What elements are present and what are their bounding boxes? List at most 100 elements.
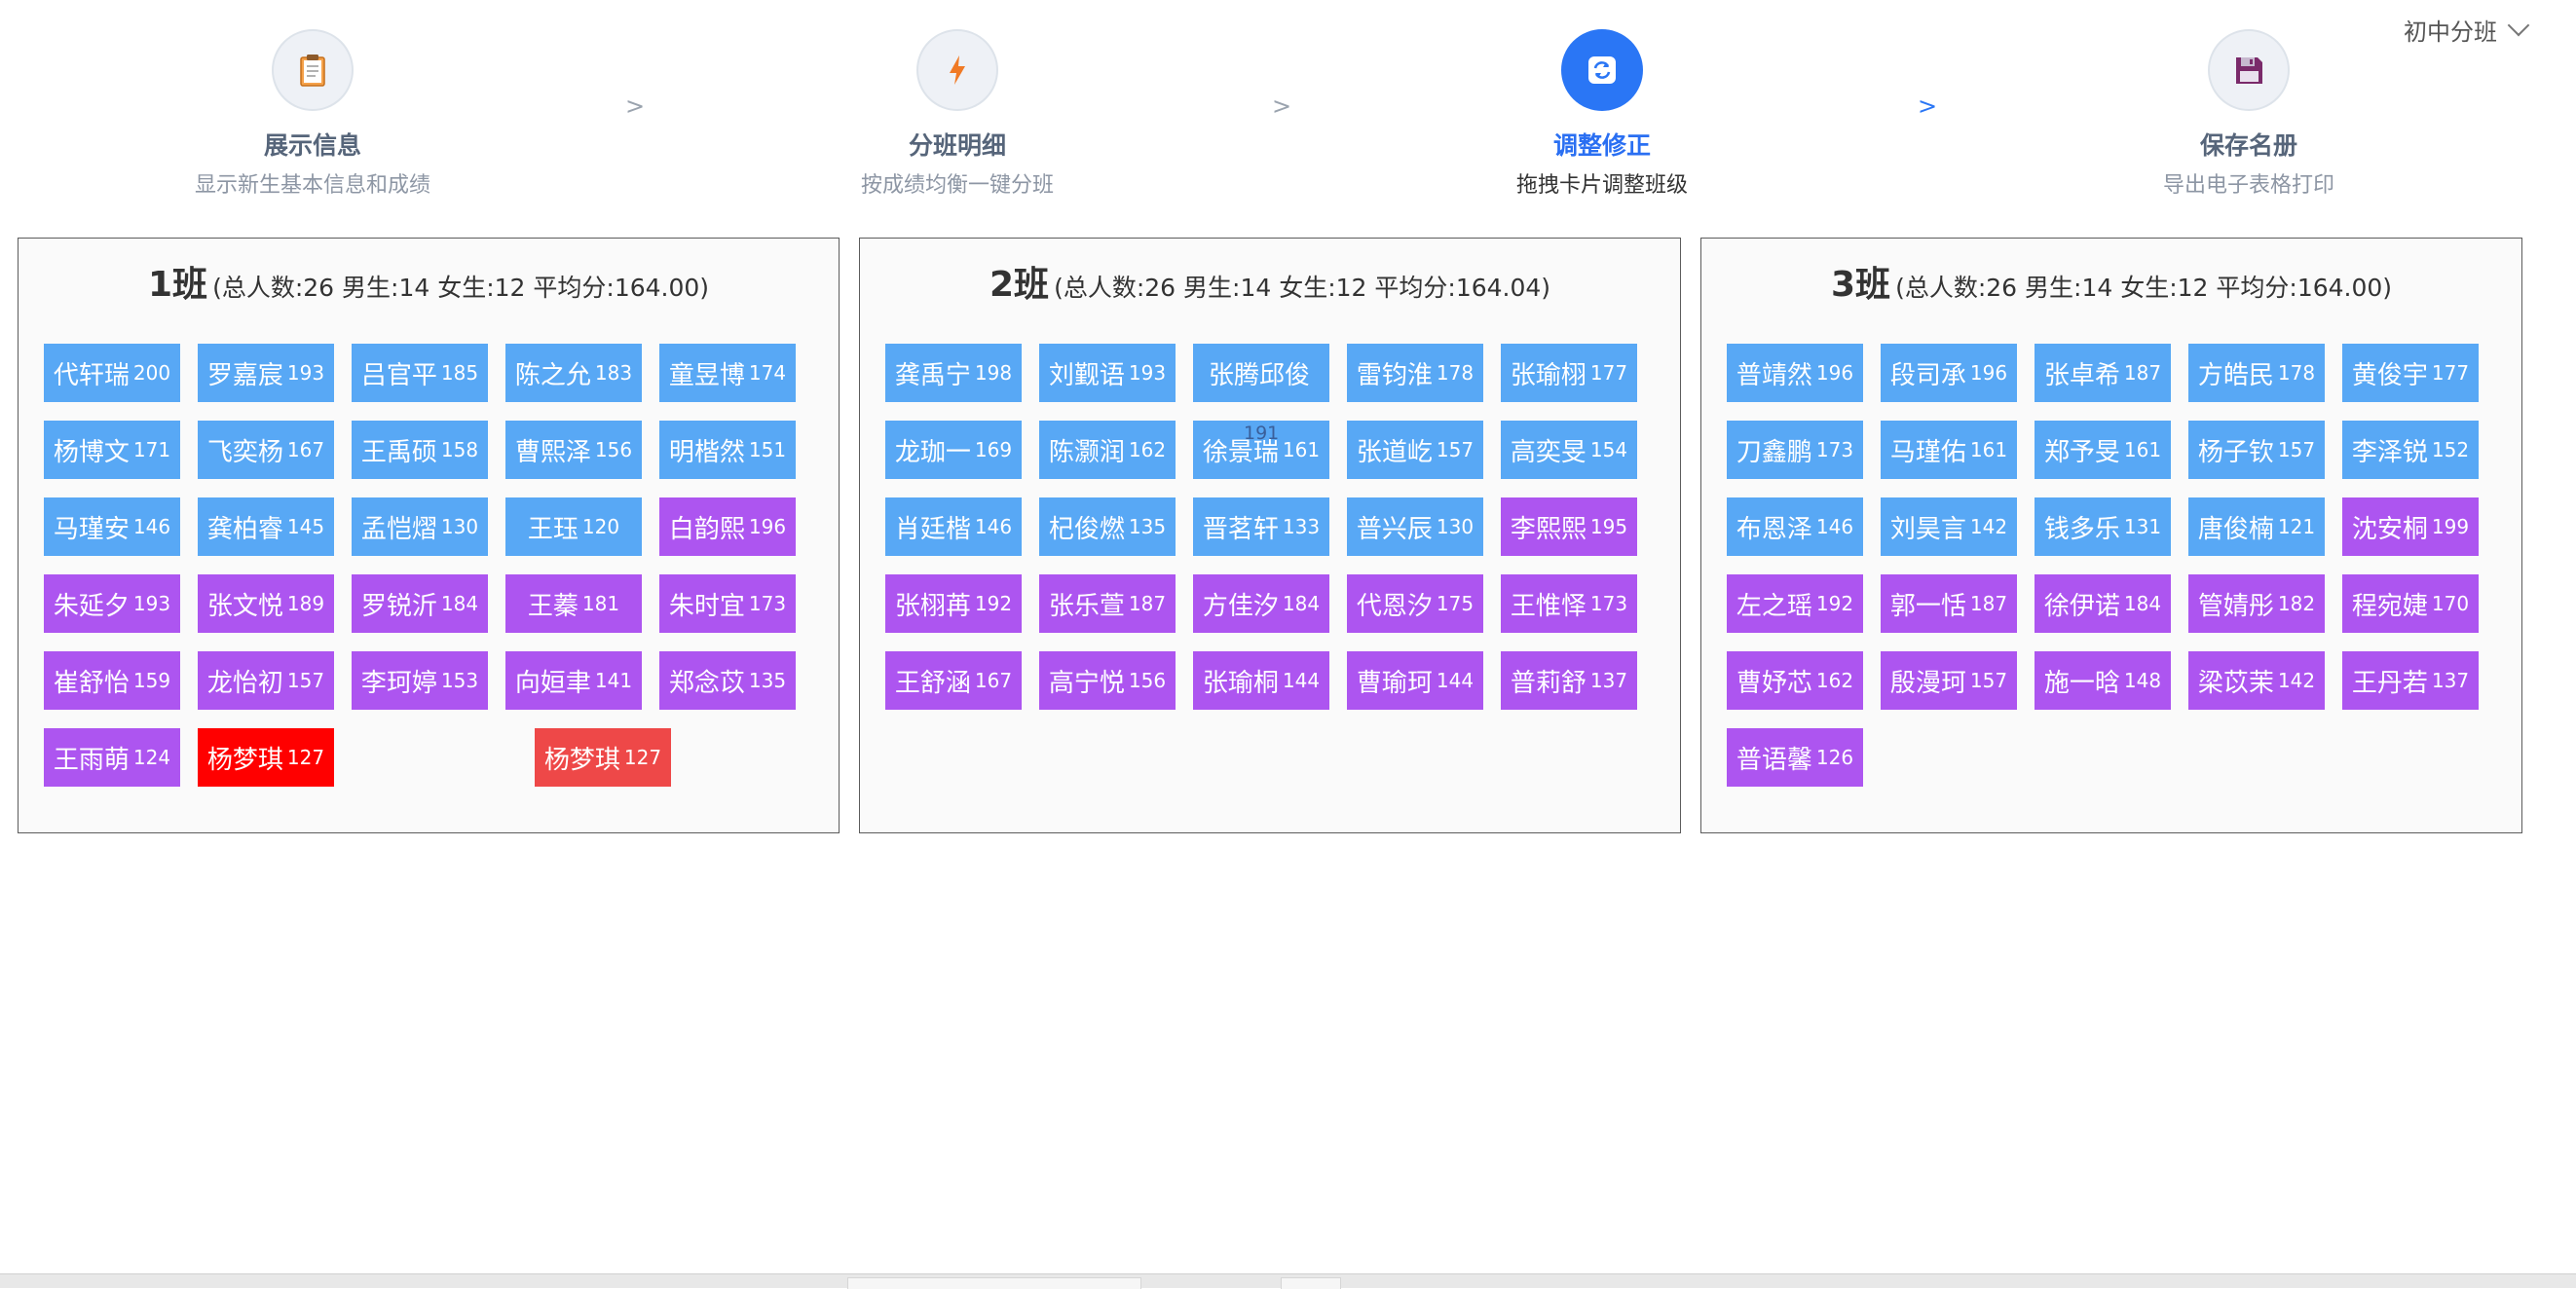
student-card[interactable]: 曹瑜珂 144 [1347,651,1483,710]
student-card[interactable]: 马瑾佑 161 [1881,421,2017,479]
step-save-roster[interactable]: 保存名册 导出电子表格打印 [2103,29,2395,199]
student-name: 左之瑶 [1736,591,1812,621]
student-card[interactable]: 高宁悦 156 [1039,651,1176,710]
student-card[interactable]: 方佳汐 184 [1193,574,1329,633]
student-card[interactable]: 龙珈一 169 [885,421,1022,479]
student-card[interactable]: 王珏 120 [505,497,642,556]
student-score: 198 [974,361,1013,385]
student-card[interactable]: 张道屹 157 [1347,421,1483,479]
step-adjust[interactable]: 调整修正 拖拽卡片调整班级 [1456,29,1748,199]
student-card[interactable]: 罗锐沂 184 [352,574,488,633]
student-card[interactable]: 龚禹宁 198 [885,344,1022,402]
student-card[interactable]: 布恩泽 146 [1727,497,1863,556]
student-card[interactable]: 钱多乐 131 [2035,497,2171,556]
student-card[interactable]: 施一晗 148 [2035,651,2171,710]
student-card[interactable]: 杞俊燃 135 [1039,497,1176,556]
student-card[interactable]: 张腾邱俊 [1193,344,1329,402]
student-name: 张瑜栩 [1510,360,1587,390]
step-show-info[interactable]: 展示信息 显示新生基本信息和成绩 [167,29,459,199]
dragging-card-ghost[interactable]: 杨梦琪 127 [535,728,671,787]
student-card[interactable]: 晋茗轩 133 [1193,497,1329,556]
student-card[interactable]: 孟恺熠 130 [352,497,488,556]
student-card[interactable]: 殷漫珂 157 [1881,651,2017,710]
student-card[interactable]: 普莉舒 137 [1501,651,1637,710]
student-card[interactable]: 刘昊言 142 [1881,497,2017,556]
student-card[interactable]: 王禹硕 158 [352,421,488,479]
student-score: 156 [594,438,633,461]
student-card[interactable]: 左之瑶 192 [1727,574,1863,633]
student-card[interactable]: 雷钧淮 178 [1347,344,1483,402]
student-card[interactable]: 张乐萱 187 [1039,574,1176,633]
student-card[interactable]: 代恩汐 175 [1347,574,1483,633]
scrollbar-thumb[interactable] [1281,1277,1341,1289]
student-card[interactable]: 马瑾安 146 [44,497,180,556]
student-card[interactable]: 沈安桐 199 [2342,497,2479,556]
student-card[interactable]: 崔舒怡 159 [44,651,180,710]
student-card[interactable]: 龙怡初 157 [198,651,334,710]
student-card[interactable]: 王蓁 181 [505,574,642,633]
step-progress: 展示信息 显示新生基本信息和成绩 > 分班明细 按成绩均衡一键分班 > 调整修正… [0,0,2576,214]
student-card[interactable]: 刘觐语 193 [1039,344,1176,402]
student-card[interactable]: 程宛婕 170 [2342,574,2479,633]
student-name: 唐俊楠 [2197,514,2274,544]
student-card[interactable]: 郑念苡 135 [659,651,796,710]
step-class-detail[interactable]: 分班明细 按成绩均衡一键分班 [811,29,1103,199]
student-card[interactable]: 徐景瑞 161 [1193,421,1329,479]
student-card[interactable]: 罗嘉宸 193 [198,344,334,402]
student-card[interactable]: 张文悦 189 [198,574,334,633]
student-card[interactable]: 杨梦琪 127 [198,728,334,787]
student-card[interactable]: 曹妤芯 162 [1727,651,1863,710]
student-card[interactable]: 代轩瑞 200 [44,344,180,402]
student-card[interactable]: 段司承 196 [1881,344,2017,402]
student-card[interactable]: 黄俊宇 177 [2342,344,2479,402]
student-card[interactable]: 张瑜桐 144 [1193,651,1329,710]
student-card[interactable]: 李泽锐 152 [2342,421,2479,479]
student-score: 127 [286,746,325,769]
student-card[interactable]: 王雨萌 124 [44,728,180,787]
student-card[interactable]: 明楷然 151 [659,421,796,479]
student-card[interactable]: 郑予旻 161 [2035,421,2171,479]
student-card[interactable]: 童昱博 174 [659,344,796,402]
student-card[interactable]: 朱延夕 193 [44,574,180,633]
student-card[interactable]: 方皓民 178 [2188,344,2325,402]
student-card[interactable]: 郭一恬 187 [1881,574,2017,633]
student-card[interactable]: 肖廷楷 146 [885,497,1022,556]
class-box-2[interactable]: 2班 (总人数:26 男生:14 女生:12 平均分:164.04) 龚禹宁 19… [859,238,1681,833]
student-card[interactable]: 普语馨 126 [1727,728,1863,787]
class-box-1[interactable]: 1班 (总人数:26 男生:14 女生:12 平均分:164.00) 代轩瑞 20… [18,238,840,833]
student-card[interactable]: 刀鑫鹏 173 [1727,421,1863,479]
student-card[interactable]: 杨博文 171 [44,421,180,479]
student-name: 代轩瑞 [53,360,130,390]
student-card[interactable]: 王舒涵 167 [885,651,1022,710]
student-card[interactable]: 王丹若 137 [2342,651,2479,710]
student-card[interactable]: 张栩苒 192 [885,574,1022,633]
class-box-3[interactable]: 3班 (总人数:26 男生:14 女生:12 平均分:164.00) 普靖然 19… [1700,238,2522,833]
student-card[interactable]: 管婧彤 182 [2188,574,2325,633]
horizontal-scrollbar[interactable] [0,1273,2576,1289]
student-card[interactable]: 朱时宜 173 [659,574,796,633]
student-card[interactable]: 吕官平 185 [352,344,488,402]
student-card[interactable]: 高奕旻 154 [1501,421,1637,479]
student-card[interactable]: 飞奕杨 167 [198,421,334,479]
student-card[interactable]: 向姮聿 141 [505,651,642,710]
student-card[interactable]: 曹熙泽 156 [505,421,642,479]
student-card[interactable]: 普靖然 196 [1727,344,1863,402]
student-name: 明楷然 [668,437,745,467]
student-card[interactable]: 张瑜栩 177 [1501,344,1637,402]
student-card[interactable]: 王惟怿 173 [1501,574,1637,633]
step-title: 调整修正 [1552,131,1651,160]
student-card[interactable]: 陈灏润 162 [1039,421,1176,479]
student-card[interactable]: 唐俊楠 121 [2188,497,2325,556]
student-score: 173 [1589,592,1628,615]
student-card[interactable]: 普兴辰 130 [1347,497,1483,556]
student-card[interactable]: 陈之允 183 [505,344,642,402]
student-card[interactable]: 白韵熙 196 [659,497,796,556]
student-score: 199 [2431,515,2470,538]
student-card[interactable]: 李珂婷 153 [352,651,488,710]
student-card[interactable]: 张卓希 187 [2035,344,2171,402]
student-card[interactable]: 李熙熙 195 [1501,497,1637,556]
student-card[interactable]: 梁苡茉 142 [2188,651,2325,710]
student-card[interactable]: 龚柏睿 145 [198,497,334,556]
student-card[interactable]: 杨子钦 157 [2188,421,2325,479]
student-card[interactable]: 徐伊诺 184 [2035,574,2171,633]
